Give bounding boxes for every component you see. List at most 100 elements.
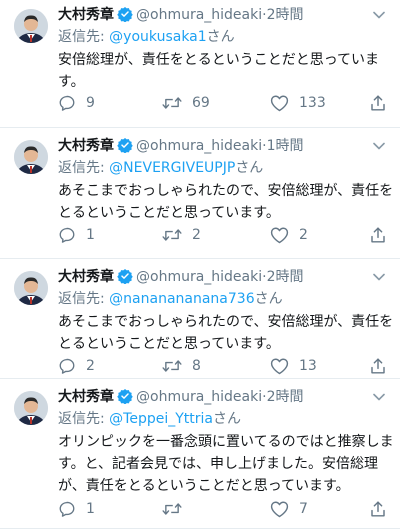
tweet-text: あそこまでおっしゃられたので、安倍総理が、責任を とるということだと思っています。 — [58, 180, 394, 224]
share-icon — [370, 226, 386, 244]
reply-context: 返信先: @NEVERGIVEUPJPさん — [58, 158, 263, 178]
tweet-text-line: あそこまでおっしゃられたので、安倍総理が、責任を — [58, 183, 394, 199]
handle[interactable]: @ohmura_hideaki — [136, 269, 262, 285]
timestamp[interactable]: 2時間 — [267, 269, 304, 285]
retweet-icon — [162, 500, 182, 518]
share-button[interactable] — [370, 356, 386, 376]
reply-context: 返信先: @Teppei_Yttriaさん — [58, 409, 241, 429]
reply-target-link[interactable]: @youkusaka1 — [109, 29, 207, 45]
reply-icon — [58, 357, 76, 375]
chevron-down-icon[interactable] — [372, 269, 386, 288]
tweet-text-line: あそこまでおっしゃられたので、安倍総理が、責任を — [58, 314, 394, 330]
tweet-text-line: す。 — [58, 74, 85, 90]
timestamp[interactable]: 2時間 — [267, 389, 304, 405]
like-count: 7 — [299, 501, 308, 517]
like-button[interactable]: 7 — [270, 499, 308, 519]
reply-suffix: さん — [254, 291, 283, 307]
reply-context: 返信先: @youkusaka1さん — [58, 27, 235, 47]
reply-count: 1 — [86, 227, 95, 243]
reply-icon — [58, 226, 76, 244]
retweet-button[interactable]: 69 — [162, 93, 210, 113]
timestamp[interactable]: 2時間 — [267, 7, 304, 23]
tweet-actions: 1 2 2 — [58, 225, 386, 245]
tweet-header: 大村秀章 @ohmura_hideaki·2時間 — [58, 267, 370, 287]
reply-count: 2 — [86, 358, 95, 374]
retweet-icon — [162, 357, 182, 375]
reply-button[interactable]: 1 — [58, 499, 95, 519]
reply-button[interactable]: 9 — [58, 93, 95, 113]
like-count: 133 — [299, 95, 326, 111]
tweet-actions: 9 69 133 — [58, 93, 386, 113]
like-icon — [270, 500, 289, 518]
reply-target-link[interactable]: @Teppei_Yttria — [109, 411, 213, 427]
tweet-text-line: とるということだと思っています。 — [58, 336, 280, 352]
tweet-text-line: 安倍総理が、責任をとるということだと思っていま — [58, 52, 380, 68]
reply-button[interactable]: 2 — [58, 356, 95, 376]
tweet-text: オリンピックを一番念頭に置いてるのではと推察しま す。と、記者会見では、申し上げま… — [58, 431, 394, 497]
tweet-text: あそこまでおっしゃられたので、安倍総理が、責任を とるということだと思っています。 — [58, 311, 394, 355]
verified-badge-icon — [117, 137, 133, 159]
tweet[interactable]: 大村秀章 @ohmura_hideaki·1時間 返信先: @NEVERGIVEU… — [0, 128, 400, 259]
avatar[interactable] — [14, 140, 48, 174]
retweet-button[interactable]: 8 — [162, 356, 201, 376]
timestamp[interactable]: 1時間 — [267, 138, 304, 154]
reply-prefix: 返信先: — [58, 291, 105, 307]
chevron-down-icon[interactable] — [372, 7, 386, 26]
tweet[interactable]: 大村秀章 @ohmura_hideaki·2時間 返信先: @nanananana… — [0, 259, 400, 379]
chevron-down-icon[interactable] — [372, 389, 386, 408]
chevron-down-icon[interactable] — [372, 138, 386, 157]
reply-prefix: 返信先: — [58, 29, 105, 45]
tweet-header: 大村秀章 @ohmura_hideaki·2時間 — [58, 5, 370, 25]
reply-button[interactable]: 1 — [58, 225, 95, 245]
avatar[interactable] — [14, 9, 48, 43]
display-name[interactable]: 大村秀章 — [58, 7, 114, 23]
like-button[interactable]: 133 — [270, 93, 326, 113]
reply-prefix: 返信先: — [58, 411, 105, 427]
display-name[interactable]: 大村秀章 — [58, 269, 114, 285]
share-button[interactable] — [370, 499, 386, 519]
verified-badge-icon — [117, 388, 133, 410]
reply-count: 1 — [86, 501, 95, 517]
like-icon — [270, 94, 289, 112]
avatar[interactable] — [14, 271, 48, 305]
like-count: 13 — [299, 358, 317, 374]
reply-icon — [58, 94, 76, 112]
handle[interactable]: @ohmura_hideaki — [136, 138, 262, 154]
share-icon — [370, 500, 386, 518]
reply-suffix: さん — [213, 411, 241, 427]
share-button[interactable] — [370, 225, 386, 245]
like-count: 2 — [299, 227, 308, 243]
reply-target-link[interactable]: @NEVERGIVEUPJP — [109, 160, 235, 176]
reply-count: 9 — [86, 95, 95, 111]
reply-context: 返信先: @nananananana736さん — [58, 289, 283, 309]
tweet-actions: 2 8 13 — [58, 356, 386, 376]
display-name[interactable]: 大村秀章 — [58, 389, 114, 405]
reply-suffix: さん — [235, 160, 264, 176]
tweet-text-line: す。と、記者会見では、申し上げました。安倍総理 — [58, 456, 379, 472]
tweet[interactable]: 大村秀章 @ohmura_hideaki·2時間 返信先: @Teppei_Ytt… — [0, 379, 400, 529]
retweet-count: 2 — [192, 227, 201, 243]
retweet-icon — [162, 226, 182, 244]
retweet-count: 69 — [192, 95, 210, 111]
tweet-actions: 1 7 — [58, 499, 386, 519]
handle[interactable]: @ohmura_hideaki — [136, 7, 262, 23]
tweet-text-line: とるということだと思っています。 — [58, 205, 280, 221]
share-button[interactable] — [370, 93, 386, 113]
like-button[interactable]: 2 — [270, 225, 308, 245]
retweet-icon — [162, 94, 182, 112]
verified-badge-icon — [117, 268, 133, 290]
like-button[interactable]: 13 — [270, 356, 317, 376]
reply-target-link[interactable]: @nananananana736 — [109, 291, 254, 307]
display-name[interactable]: 大村秀章 — [58, 138, 114, 154]
verified-badge-icon — [117, 6, 133, 28]
retweet-button[interactable] — [162, 499, 192, 519]
handle[interactable]: @ohmura_hideaki — [136, 389, 262, 405]
tweet-text-line: が、責任をとるということだと思っています。 — [58, 478, 350, 494]
retweet-button[interactable]: 2 — [162, 225, 201, 245]
tweet[interactable]: 大村秀章 @ohmura_hideaki·2時間 返信先: @youkusaka1… — [0, 0, 400, 128]
reply-prefix: 返信先: — [58, 160, 105, 176]
avatar[interactable] — [14, 391, 48, 425]
share-icon — [370, 94, 386, 112]
like-icon — [270, 226, 289, 244]
like-icon — [270, 357, 289, 375]
